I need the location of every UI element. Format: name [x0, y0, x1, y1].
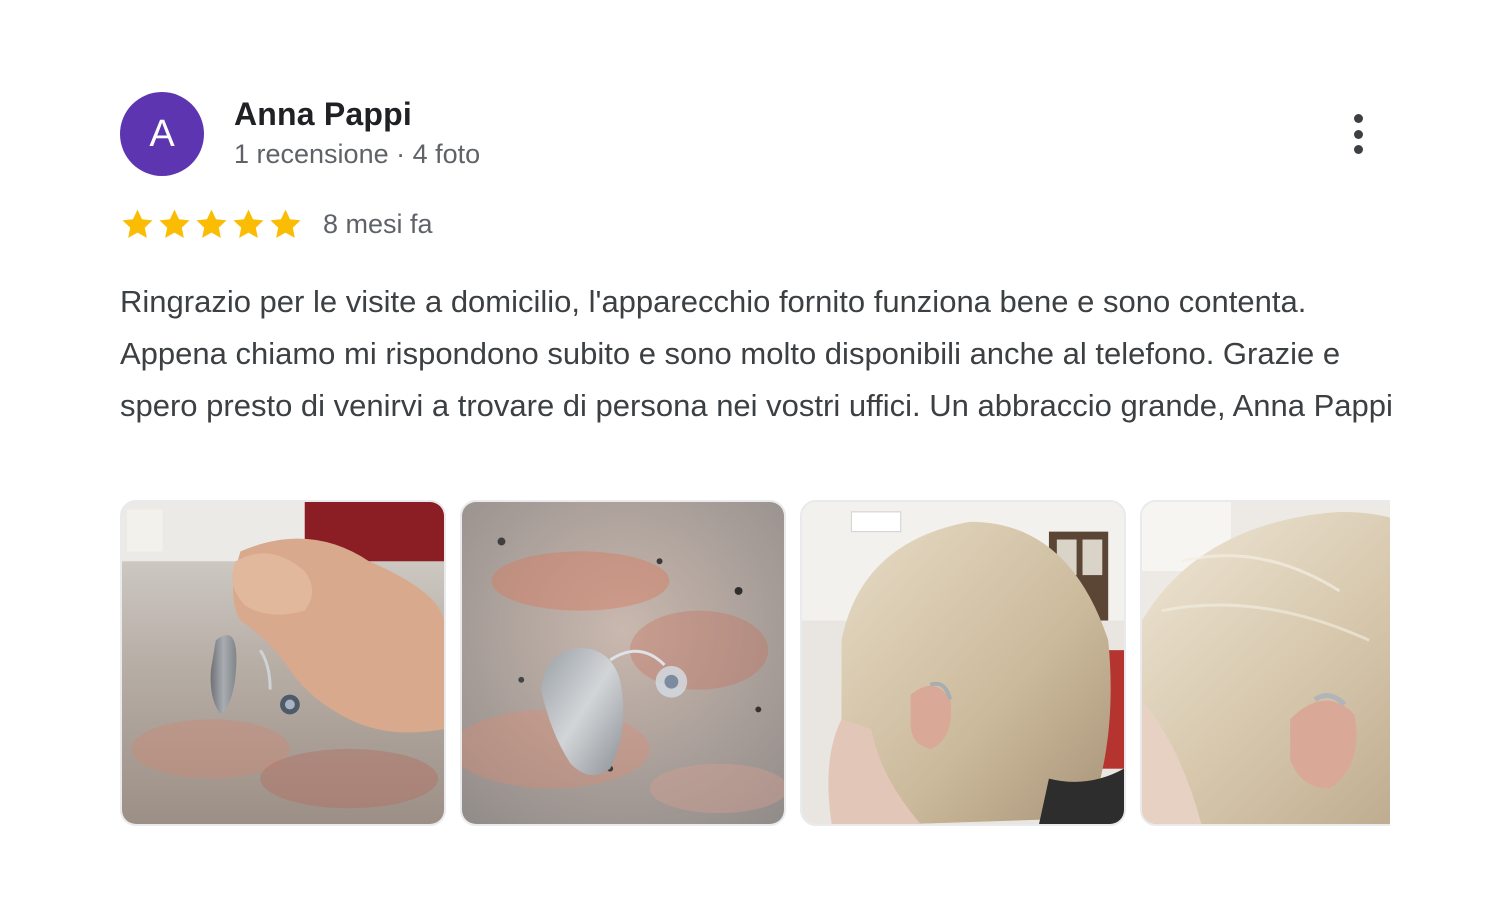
- review-time: 8 mesi fa: [323, 208, 433, 239]
- review-photo-hearing-aid-on-granite[interactable]: [460, 500, 786, 826]
- author-name[interactable]: Anna Pappi: [234, 96, 412, 133]
- star-icon: [233, 209, 264, 238]
- review-card: A Anna Pappi 1 recensione · 4 foto 8 mes…: [120, 92, 1393, 826]
- star-icon: [122, 209, 153, 238]
- author-meta: 1 recensione · 4 foto: [234, 139, 481, 169]
- photo-strip: [120, 500, 1390, 830]
- review-header: A Anna Pappi 1 recensione · 4 foto: [120, 92, 1390, 176]
- photo-image: [122, 502, 444, 824]
- review-photo-hearing-aid-worn[interactable]: [800, 500, 1126, 826]
- avatar[interactable]: A: [120, 92, 204, 176]
- photo-image: [802, 502, 1124, 824]
- star-icon: [159, 209, 190, 238]
- review-photo-hand-holding-hearing-aid[interactable]: [120, 500, 446, 826]
- photo-image: [462, 502, 784, 824]
- review-photo-hearing-aid-close-up[interactable]: [1140, 500, 1390, 826]
- rating-row: 8 mesi fa: [120, 204, 433, 244]
- star-rating: [120, 207, 303, 242]
- star-icon: [196, 209, 227, 238]
- more-vert-icon[interactable]: [1342, 110, 1374, 158]
- photo-image: [1142, 502, 1390, 824]
- review-text: Ringrazio per le visite a domicilio, l'a…: [120, 284, 1393, 423]
- star-icon: [270, 209, 301, 238]
